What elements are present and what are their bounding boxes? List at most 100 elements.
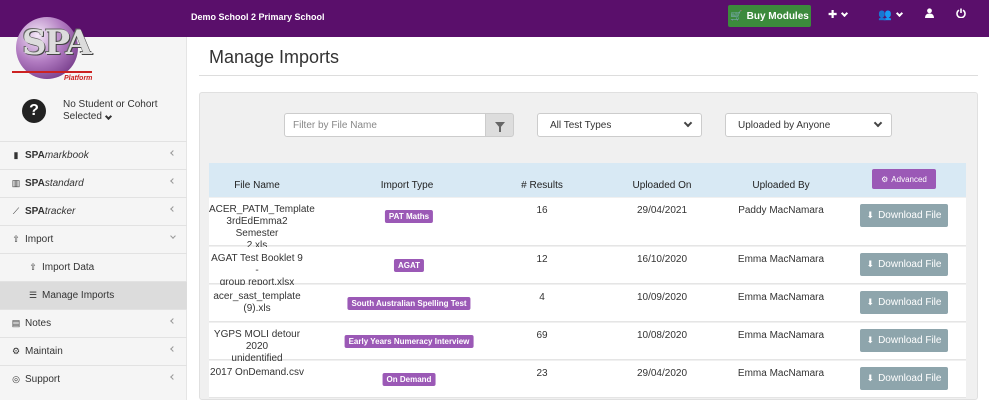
results-count-cell: 69 — [536, 330, 548, 341]
sidebar-item-label: Manage Imports — [42, 290, 115, 301]
modules-menu[interactable]: ✚ — [828, 8, 849, 21]
table-header: File Name Import Type # Results Uploaded… — [209, 163, 966, 197]
table-row: ACER_PATM_Template 3rdEdEmma2 Semester 2.x… — [209, 198, 966, 251]
sidebar-item-manage-imports[interactable]: ☰ Manage Imports — [0, 281, 187, 309]
download-file-button[interactable]: ⬇ Download File — [860, 291, 948, 314]
sidebar-item-label: SPAmarkbook — [25, 150, 89, 161]
filename-filter-input[interactable]: Filter by File Name — [284, 113, 486, 137]
download-file-button[interactable]: ⬇ Download File — [860, 367, 948, 390]
sidebar-item-label: Support — [25, 374, 61, 385]
file-name-cell: 2017 OnDemand.csv — [209, 367, 305, 379]
download-label: Download File — [878, 210, 942, 221]
chevron-left-icon — [170, 206, 176, 212]
uploaded-on-cell: 16/10/2020 — [636, 254, 688, 265]
download-icon: ⬇ — [866, 373, 875, 383]
table-row: YGPS MOLI detour 2020unidentified (Fixed… — [209, 323, 966, 376]
chevron-left-icon — [170, 150, 176, 156]
uploader-value: Uploaded by Anyone — [738, 120, 831, 131]
chevron-down-icon — [170, 233, 176, 239]
file-name-line: AGAT Test Booklet 9 - — [211, 253, 303, 276]
cohort-menu[interactable]: 👥 — [878, 8, 903, 21]
funnel-icon — [494, 122, 505, 132]
sidebar-item-import[interactable]: ⇧ Import — [0, 225, 187, 253]
brand-prefix: SPA — [25, 178, 45, 189]
gears-icon: ⚙ — [881, 174, 889, 184]
student-selector[interactable]: ? No Student or Cohort Selected — [22, 99, 182, 129]
sidebar-item-label: Maintain — [25, 346, 63, 357]
power-icon[interactable] — [956, 8, 966, 18]
sidebar-item-import-data[interactable]: ⇧ Import Data — [0, 253, 187, 281]
download-file-button[interactable]: ⬇ Download File — [860, 329, 948, 352]
advanced-label: Advanced — [891, 174, 927, 184]
file-name-cell: acer_sast_template (9).xls — [209, 291, 305, 315]
file-name-cell: ACER_PATM_Template 3rdEdEmma2 Semester 2.x… — [209, 204, 315, 252]
filter-button[interactable] — [485, 113, 514, 137]
sidebar-item-label: Notes — [25, 318, 52, 329]
uploader-select[interactable]: Uploaded by Anyone — [725, 113, 892, 137]
sidebar-item-label: SPAstandard — [25, 178, 84, 189]
chevron-left-icon — [170, 346, 176, 352]
chevron-down-icon — [104, 112, 112, 121]
spa-logo[interactable]: SPA Platform — [12, 15, 102, 105]
student-line-2: Selected — [63, 111, 102, 122]
brand-prefix: SPA — [25, 206, 45, 217]
uploaded-on-cell: 10/09/2020 — [636, 292, 688, 303]
upload-icon: ⇧ — [12, 234, 20, 244]
test-type-value: All Test Types — [550, 120, 612, 131]
school-name: Demo School 2 Primary School — [191, 12, 325, 22]
uploaded-by-cell: Emma MacNamara — [737, 292, 825, 303]
chevron-left-icon — [170, 318, 176, 324]
sidebar-nav: ▮ SPAmarkbook ▥ SPAstandard ⟋ SPAtracker… — [0, 141, 187, 393]
import-type-badge: South Australian Spelling Test — [347, 297, 471, 310]
uploaded-by-cell: Emma MacNamara — [737, 368, 825, 379]
download-label: Download File — [878, 373, 942, 384]
user-icon[interactable] — [925, 8, 934, 18]
results-count-cell: 4 — [539, 292, 545, 303]
chevron-down-icon — [841, 9, 849, 17]
buy-modules-label: Buy Modules — [746, 10, 809, 22]
download-file-button[interactable]: ⬇ Download File — [860, 253, 948, 276]
top-navbar: Demo School 2 Primary School 🛒 Buy Modul… — [0, 0, 989, 37]
student-line-1: No Student or Cohort — [63, 99, 158, 110]
chevron-down-icon — [895, 9, 903, 17]
sidebar-item-spatracker[interactable]: ⟋ SPAtracker — [0, 197, 187, 225]
uploaded-on-cell: 10/08/2020 — [636, 330, 688, 341]
title-divider — [199, 75, 978, 76]
download-label: Download File — [878, 259, 942, 270]
note-icon: ▤ — [11, 318, 21, 328]
results-count-cell: 16 — [536, 205, 548, 216]
advanced-button[interactable]: ⚙ Advanced — [872, 169, 936, 189]
uploaded-by-cell: Paddy MacNamara — [738, 205, 824, 216]
file-name-line: 2017 OnDemand.csv — [210, 367, 304, 378]
sidebar-item-spastandard[interactable]: ▥ SPAstandard — [0, 169, 187, 197]
column-header: File Name — [234, 180, 280, 191]
download-icon: ⬇ — [866, 259, 875, 269]
chevron-left-icon — [170, 374, 176, 380]
uploaded-on-cell: 29/04/2020 — [636, 368, 688, 379]
sidebar-item-label: SPAtracker — [25, 206, 75, 217]
file-name-line: 3rdEdEmma2 Semester — [226, 216, 288, 239]
test-type-select[interactable]: All Test Types — [537, 113, 702, 137]
download-icon: ⬇ — [866, 210, 875, 220]
sidebar-item-support[interactable]: ◎ Support — [0, 365, 187, 393]
sidebar-item-notes[interactable]: ▤ Notes — [0, 309, 187, 337]
sidebar: SPA Platform ? No Student or Cohort Sele… — [0, 17, 187, 400]
file-name-line: YGPS MOLI detour 2020 — [213, 329, 301, 352]
sidebar-item-spamarkbook[interactable]: ▮ SPAmarkbook — [0, 141, 187, 169]
brand-suffix: tracker — [44, 206, 76, 217]
buy-modules-button[interactable]: 🛒 Buy Modules — [728, 5, 811, 27]
brand-prefix: SPA — [25, 150, 45, 161]
question-icon: ? — [22, 99, 46, 123]
chevron-down-icon — [683, 118, 693, 128]
sidebar-item-maintain[interactable]: ⚙ Maintain — [0, 337, 187, 365]
file-name-line: ACER_PATM_Template — [209, 204, 315, 215]
results-count-cell: 12 — [536, 254, 548, 265]
download-file-button[interactable]: ⬇ Download File — [860, 204, 948, 227]
uploaded-on-cell: 29/04/2021 — [636, 205, 688, 216]
import-type-badge: AGAT — [393, 259, 425, 272]
file-name-line: acer_sast_template (9).xls — [213, 291, 301, 314]
sidebar-item-label: Import Data — [42, 262, 95, 273]
page-title: Manage Imports — [209, 47, 340, 67]
chevron-down-icon — [873, 118, 883, 128]
logo-text: SPA — [22, 23, 92, 63]
